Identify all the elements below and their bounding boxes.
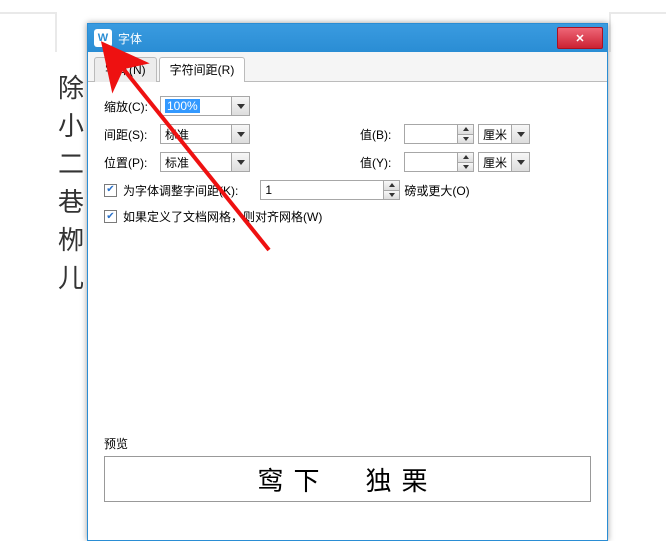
- scale-label: 缩放(C):: [104, 98, 160, 115]
- value-b-input[interactable]: [404, 124, 474, 144]
- chevron-down-icon[interactable]: [511, 125, 529, 143]
- snap-label: 如果定义了文档网格，则对齐网格(W): [123, 208, 322, 225]
- chevron-down-icon[interactable]: [511, 153, 529, 171]
- page-corner-top: [0, 12, 55, 14]
- dialog-title: 字体: [118, 30, 142, 47]
- close-button[interactable]: ✕: [557, 27, 603, 49]
- spinner-down-icon[interactable]: [458, 135, 473, 144]
- preview-box: 窎下 独栗: [104, 456, 591, 502]
- chevron-down-icon[interactable]: [231, 97, 249, 115]
- app-icon: W: [94, 29, 112, 47]
- spinner-up-icon[interactable]: [458, 153, 473, 163]
- snap-checkbox[interactable]: [104, 210, 117, 223]
- kerning-input[interactable]: 1: [260, 180, 400, 200]
- document-text: 除 小 二 巷 栁 儿: [58, 70, 84, 298]
- font-dialog: W 字体 ✕ 字体(N) 字符间距(R) 缩放(C): 100% 间距(S): …: [87, 23, 608, 541]
- value-y-input[interactable]: [404, 152, 474, 172]
- spinner-up-icon[interactable]: [384, 181, 399, 191]
- spinner-down-icon[interactable]: [384, 191, 399, 200]
- kerning-checkbox[interactable]: [104, 184, 117, 197]
- scale-value: 100%: [165, 99, 200, 113]
- preview-label: 预览: [104, 435, 591, 452]
- spinner-down-icon[interactable]: [458, 163, 473, 172]
- value-b-label: 值(B):: [360, 126, 404, 143]
- kerning-suffix: 磅或更大(O): [404, 182, 469, 199]
- value-y-label: 值(Y):: [360, 154, 404, 171]
- unit-y-combo[interactable]: 厘米: [478, 152, 530, 172]
- position-combo[interactable]: 标准: [160, 152, 250, 172]
- chevron-down-icon[interactable]: [231, 125, 249, 143]
- spacing-combo[interactable]: 标准: [160, 124, 250, 144]
- tab-font[interactable]: 字体(N): [94, 57, 157, 82]
- tab-bar: 字体(N) 字符间距(R): [88, 52, 607, 82]
- spinner-up-icon[interactable]: [458, 125, 473, 135]
- spacing-label: 间距(S):: [104, 126, 160, 143]
- page-corner-top-r: [609, 12, 611, 52]
- unit-b-combo[interactable]: 厘米: [478, 124, 530, 144]
- preview-section: 预览 窎下 独栗: [104, 435, 591, 502]
- tab-panel-spacing: 缩放(C): 100% 间距(S): 标准 值(B): 厘米: [88, 82, 607, 502]
- page-corner-top-r: [611, 12, 666, 14]
- chevron-down-icon[interactable]: [231, 153, 249, 171]
- kerning-label: 为字体调整字间距(K):: [123, 182, 238, 199]
- spacing-value: 标准: [165, 126, 189, 143]
- position-label: 位置(P):: [104, 154, 160, 171]
- scale-combo[interactable]: 100%: [160, 96, 250, 116]
- page-corner-top: [55, 12, 57, 52]
- tab-char-spacing[interactable]: 字符间距(R): [159, 57, 246, 82]
- titlebar[interactable]: W 字体 ✕: [88, 24, 607, 52]
- position-value: 标准: [165, 154, 189, 171]
